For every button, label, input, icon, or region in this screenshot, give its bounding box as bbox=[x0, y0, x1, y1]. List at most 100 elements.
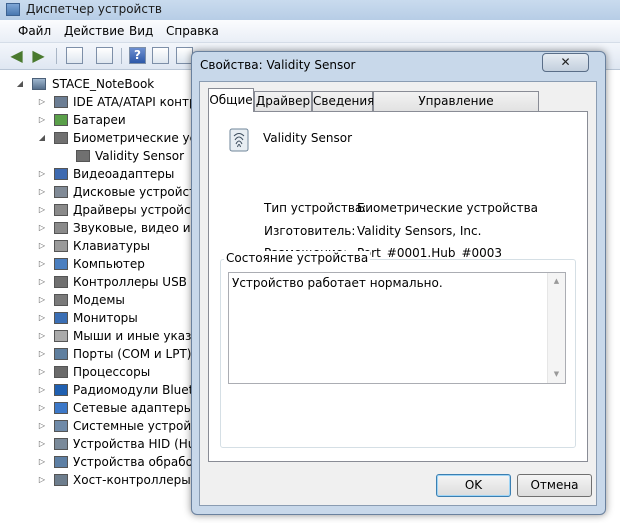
device-tree: ◢ STACE_NoteBook ▷ IDE ATA/ATAPI контроллер… bbox=[0, 70, 194, 523]
disk-icon bbox=[54, 186, 68, 198]
tree-item[interactable]: ▷ Устройства обработки изображений bbox=[0, 453, 194, 471]
tree-root[interactable]: ◢ STACE_NoteBook bbox=[0, 75, 194, 93]
tree-item[interactable]: ▷ Клавиатуры bbox=[0, 237, 194, 255]
tree-item-label: Модемы bbox=[73, 293, 125, 307]
tree-item-label: Устройства обработки изображений bbox=[73, 455, 194, 469]
expand-arrow-icon[interactable]: ▷ bbox=[38, 417, 46, 435]
back-arrow-icon[interactable]: ◀ bbox=[8, 47, 25, 64]
menu-bar: Файл Действие Вид Справка bbox=[0, 20, 620, 43]
expand-arrow-icon[interactable]: ▷ bbox=[38, 471, 46, 489]
cancel-button[interactable]: Отмена bbox=[517, 474, 592, 497]
collapse-arrow-icon[interactable]: ◢ bbox=[38, 129, 46, 147]
tree-item-label: Порты (COM и LPT) bbox=[73, 347, 192, 361]
expand-arrow-icon[interactable]: ▷ bbox=[38, 363, 46, 381]
tree-item[interactable]: ▷ Системные устройства bbox=[0, 417, 194, 435]
tree-item[interactable]: ▷ Радиомодули Bluetooth bbox=[0, 381, 194, 399]
tree-item[interactable]: ▷ Модемы bbox=[0, 291, 194, 309]
tree-item-label: Мониторы bbox=[73, 311, 138, 325]
expand-arrow-icon[interactable]: ▷ bbox=[38, 273, 46, 291]
tree-item-label: Сетевые адаптеры bbox=[73, 401, 194, 415]
tab-general[interactable]: Общие bbox=[208, 88, 254, 112]
device-manager-icon bbox=[6, 3, 20, 16]
forward-arrow-icon[interactable]: ▶ bbox=[30, 47, 47, 64]
device-status-title: Состояние устройства bbox=[224, 251, 371, 265]
expand-arrow-icon[interactable]: ▷ bbox=[38, 435, 46, 453]
tree-item[interactable]: ▷ Видеоадаптеры bbox=[0, 165, 194, 183]
status-scrollbar[interactable]: ▲ ▼ bbox=[547, 273, 565, 383]
tree-item[interactable]: ▷ Батареи bbox=[0, 111, 194, 129]
expand-arrow-icon[interactable]: ▷ bbox=[38, 381, 46, 399]
tree-item[interactable]: ▷ Контроллеры USB bbox=[0, 273, 194, 291]
expand-arrow-icon[interactable]: ▷ bbox=[38, 291, 46, 309]
tree-item-label: Мыши и иные указывающие устройства bbox=[73, 329, 194, 343]
expand-arrow-icon[interactable]: ▷ bbox=[38, 453, 46, 471]
ok-button[interactable]: OK bbox=[436, 474, 511, 497]
scroll-down-icon[interactable]: ▼ bbox=[548, 366, 565, 383]
scroll-up-icon[interactable]: ▲ bbox=[548, 273, 565, 290]
expand-arrow-icon[interactable]: ▷ bbox=[38, 165, 46, 183]
menu-action[interactable]: Действие bbox=[64, 24, 124, 38]
tree-item-label: Дисковые устройства bbox=[73, 185, 194, 199]
tree-item[interactable]: ▷ Устройства HID (Human Interface Devices… bbox=[0, 435, 194, 453]
tree-item-label: Драйверы устройств bbox=[73, 203, 194, 217]
camera-icon bbox=[54, 456, 68, 468]
expand-arrow-icon[interactable]: ▷ bbox=[38, 111, 46, 129]
tree-item[interactable]: ▷ IDE ATA/ATAPI контроллеры bbox=[0, 93, 194, 111]
ide-controller-icon bbox=[54, 96, 68, 108]
window-title: Диспетчер устройств bbox=[26, 2, 163, 16]
tree-item[interactable]: ▷ Дисковые устройства bbox=[0, 183, 194, 201]
fingerprint-icon bbox=[76, 150, 90, 162]
tree-item[interactable]: ▷ Драйверы устройств bbox=[0, 201, 194, 219]
properties-icon[interactable] bbox=[96, 47, 113, 64]
expand-arrow-icon[interactable]: ▷ bbox=[38, 399, 46, 417]
computer-icon bbox=[32, 78, 46, 90]
tree-item[interactable]: Validity Sensor bbox=[0, 147, 194, 165]
device-name: Validity Sensor bbox=[263, 131, 353, 145]
expand-arrow-icon[interactable]: ▷ bbox=[38, 93, 46, 111]
dialog-body: Общие Драйвер Сведения Управление электр… bbox=[199, 81, 597, 506]
hid-icon bbox=[54, 438, 68, 450]
tree-item-label: Контроллеры USB bbox=[73, 275, 187, 289]
tree-item[interactable]: ▷ Хост-контроллеры шины IEEE 1394 bbox=[0, 471, 194, 489]
tree-item[interactable]: ▷ Процессоры bbox=[0, 363, 194, 381]
tree-item-label: Батареи bbox=[73, 113, 126, 127]
tab-details[interactable]: Сведения bbox=[312, 91, 374, 111]
network-icon bbox=[54, 402, 68, 414]
tree-item-label: Системные устройства bbox=[73, 419, 194, 433]
tree-item[interactable]: ◢ Биометрические устройства bbox=[0, 129, 194, 147]
expand-arrow-icon[interactable]: ▷ bbox=[38, 237, 46, 255]
expand-arrow-icon[interactable]: ▷ bbox=[38, 201, 46, 219]
device-status-textbox[interactable]: Устройство работает нормально. ▲ ▼ bbox=[228, 272, 566, 384]
expand-arrow-icon[interactable]: ▷ bbox=[38, 255, 46, 273]
tree-item[interactable]: ▷ Звуковые, видео и игровые устройства bbox=[0, 219, 194, 237]
tab-power-management[interactable]: Управление электропитанием bbox=[373, 91, 539, 127]
menu-view[interactable]: Вид bbox=[129, 24, 153, 38]
expand-arrow-icon[interactable]: ▷ bbox=[38, 183, 46, 201]
tree-view-icon[interactable] bbox=[66, 47, 83, 64]
expand-arrow-icon[interactable]: ▷ bbox=[38, 345, 46, 363]
tree-item[interactable]: ▷ Мониторы bbox=[0, 309, 194, 327]
tree-item[interactable]: ▷ Сетевые адаптеры bbox=[0, 399, 194, 417]
tree-item[interactable]: ▷ Компьютер bbox=[0, 255, 194, 273]
expand-arrow-icon[interactable]: ▷ bbox=[38, 219, 46, 237]
expand-arrow-icon[interactable]: ▷ bbox=[38, 327, 46, 345]
manufacturer-value: Validity Sensors, Inc. bbox=[357, 224, 482, 238]
toolbar-separator bbox=[121, 48, 122, 64]
mouse-icon bbox=[54, 330, 68, 342]
usb-icon bbox=[54, 276, 68, 288]
monitor-icon bbox=[54, 312, 68, 324]
keyboard-icon bbox=[54, 240, 68, 252]
dialog-title: Свойства: Validity Sensor bbox=[200, 58, 356, 72]
menu-help[interactable]: Справка bbox=[166, 24, 219, 38]
tree-item[interactable]: ▷ Порты (COM и LPT) bbox=[0, 345, 194, 363]
help-icon[interactable]: ? bbox=[129, 47, 146, 64]
menu-file[interactable]: Файл bbox=[18, 24, 51, 38]
tab-driver[interactable]: Драйвер bbox=[254, 91, 312, 111]
expand-arrow-icon[interactable]: ▷ bbox=[38, 309, 46, 327]
tree-item[interactable]: ▷ Мыши и иные указывающие устройства bbox=[0, 327, 194, 345]
tree-root-label: STACE_NoteBook bbox=[52, 77, 155, 91]
device-icon[interactable] bbox=[152, 47, 169, 64]
close-button[interactable]: ✕ bbox=[542, 53, 589, 72]
display-adapter-icon bbox=[54, 168, 68, 180]
collapse-arrow-icon[interactable]: ◢ bbox=[16, 75, 24, 93]
